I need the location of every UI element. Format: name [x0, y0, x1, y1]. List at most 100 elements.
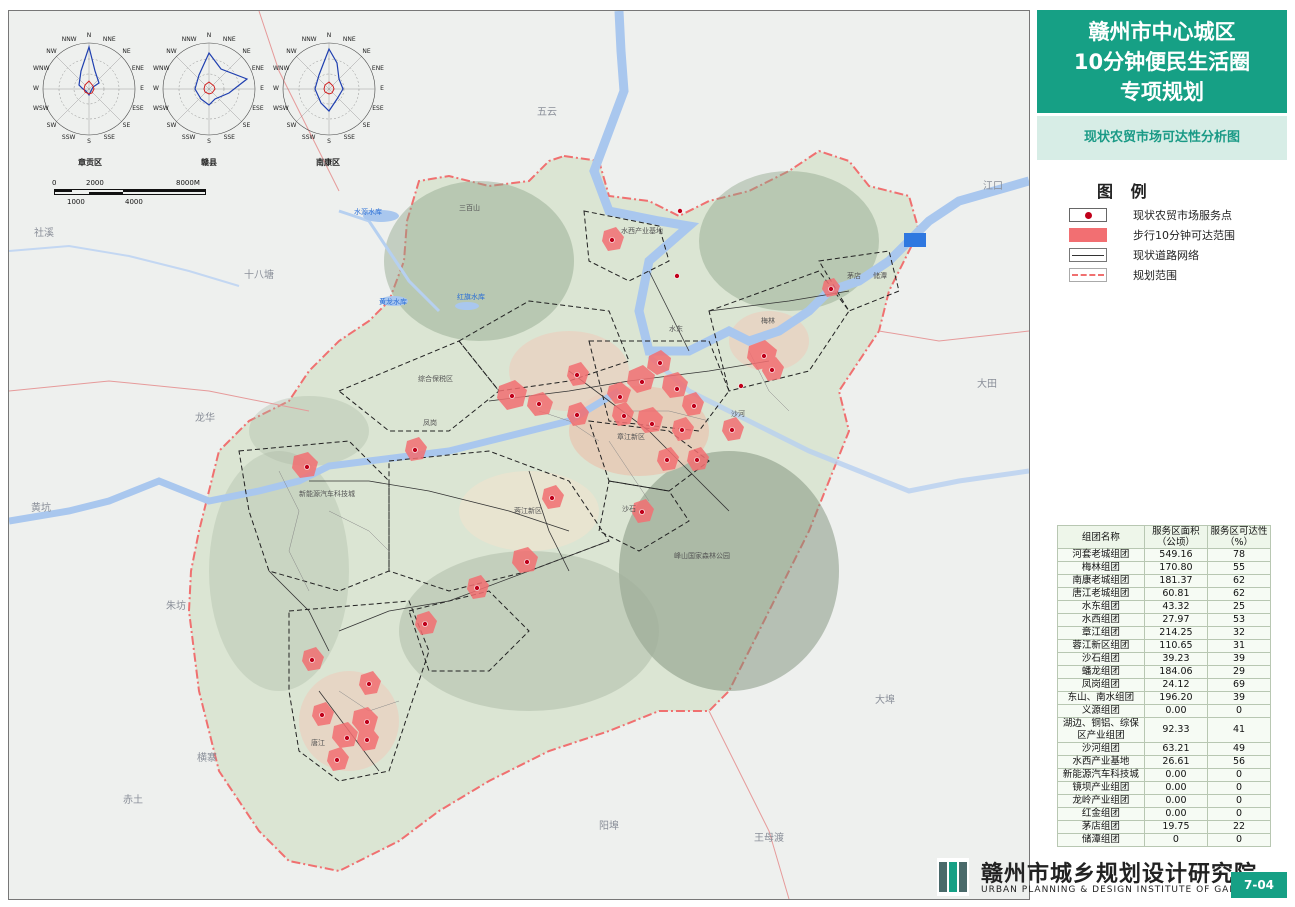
table-cell: 181.37: [1143, 574, 1209, 588]
wind-rose-3: [282, 42, 376, 136]
compass-label: S: [327, 138, 331, 145]
compass-label: WSW: [153, 105, 169, 113]
place-label: 梅林: [761, 317, 775, 325]
institute-name-en: URBAN PLANNING & DESIGN INSTITUTE OF GAN…: [981, 885, 1268, 895]
compass-label: E: [140, 85, 144, 92]
table-row: 水西产业基地 26.61 56: [1057, 755, 1271, 769]
table-cell: 25: [1207, 600, 1271, 614]
table-cell: 章江组团: [1057, 626, 1145, 640]
place-label: 水西产业基地: [621, 227, 663, 235]
table-header: 服务区可达性（%）: [1207, 525, 1271, 549]
table-cell: 110.65: [1143, 639, 1209, 653]
table-row: 唐江老城组团 60.81 62: [1057, 587, 1271, 601]
scale-bar-segment: [55, 190, 72, 192]
wind-rose-2: [162, 42, 256, 136]
wind-rose-label: 赣县: [201, 158, 217, 167]
place-label: 蓉江新区: [514, 507, 542, 515]
compass-label: E: [380, 85, 384, 92]
table-cell: 41: [1207, 717, 1271, 743]
table-cell: 39.23: [1143, 652, 1209, 666]
compass-label: NNE: [222, 36, 236, 44]
scale-label: 8000M: [176, 179, 200, 187]
table-row: 镜坝产业组团 0.00 0: [1057, 781, 1271, 795]
table-cell: 24.12: [1143, 678, 1209, 692]
road-line-icon: [1069, 248, 1107, 262]
table-header: 服务区面积（公顷）: [1143, 525, 1209, 549]
wind-rose-diagrams: [42, 42, 376, 136]
table-row: 凤岗组团 24.12 69: [1057, 678, 1271, 692]
table-cell: 0.00: [1143, 807, 1209, 821]
table-cell: 蟠龙组团: [1057, 665, 1145, 679]
table-row: 沙河组团 63.21 49: [1057, 742, 1271, 756]
table-cell: 水西产业基地: [1057, 755, 1145, 769]
title-line-3: 专项规划: [1120, 80, 1204, 104]
legend-title: 图 例: [1097, 182, 1153, 201]
table-cell: 南康老城组团: [1057, 574, 1145, 588]
legend-label: 现状道路网络: [1133, 249, 1199, 262]
compass-label: N: [326, 32, 332, 39]
legend-label: 现状农贸市场服务点: [1133, 209, 1232, 222]
compass-label: N: [206, 32, 212, 39]
table-cell: 170.80: [1143, 561, 1209, 575]
place-label: 茅店: [847, 272, 861, 280]
map-panel[interactable]: 社溪 十八塘 龙华 黄坑 朱坊 横寨 赤土 阳埠 王母渡 大埠 大田 江口 五云…: [8, 10, 1030, 900]
dashed-boundary-icon: [1069, 268, 1107, 282]
place-label: 社溪: [34, 228, 54, 239]
wind-rose-label: 章贡区: [78, 158, 102, 167]
table-cell: 63.21: [1143, 742, 1209, 756]
table-cell: 92.33: [1143, 717, 1209, 743]
compass-label: NE: [362, 47, 371, 55]
place-label: 储潭: [873, 272, 887, 280]
table-cell: 储潭组团: [1057, 833, 1145, 847]
table-cell: 43.32: [1143, 600, 1209, 614]
title-line-1: 赣州市中心城区: [1088, 20, 1236, 44]
table-cell: 0: [1143, 833, 1209, 847]
compass-label: SSE: [103, 133, 115, 141]
compass-label: W: [33, 85, 39, 92]
place-label: 唐江: [311, 739, 325, 747]
table-row: 红金组团 0.00 0: [1057, 807, 1271, 821]
compass-label: WNW: [273, 64, 290, 72]
table-body: 河套老城组团 549.16 78 梅林组团 170.80 55 南康老城组团 181.37 62…: [1057, 548, 1271, 847]
place-label: 五云: [537, 107, 557, 118]
map-number: 7-04: [1231, 872, 1287, 898]
table-cell: 32: [1207, 626, 1271, 640]
table-cell: 0.00: [1143, 768, 1209, 782]
table-row: 义源组团 0.00 0: [1057, 704, 1271, 718]
institute-name-cn: 赣州市城乡规划设计研究院: [981, 862, 1258, 887]
place-label: 江口: [983, 181, 1003, 192]
table-cell: 56: [1207, 755, 1271, 769]
place-label: 黄坑: [31, 503, 51, 514]
table-cell: 0: [1207, 794, 1271, 808]
compass-label: SW: [286, 122, 297, 130]
table-cell: 新能源汽车科技城: [1057, 768, 1145, 782]
table-cell: 水西组团: [1057, 613, 1145, 627]
table-cell: 69: [1207, 678, 1271, 692]
table-row: 沙石组团 39.23 39: [1057, 652, 1271, 666]
scale-label: 1000: [67, 198, 85, 206]
table-cell: 蓉江新区组团: [1057, 639, 1145, 653]
compass-label: W: [153, 85, 159, 92]
place-label: 沙河: [731, 410, 745, 418]
legend-label: 规划范围: [1133, 269, 1177, 282]
table-cell: 0: [1207, 807, 1271, 821]
table-cell: 凤岗组团: [1057, 678, 1145, 692]
place-label: 阳埠: [599, 821, 619, 832]
compass-label: SW: [46, 122, 57, 130]
table-cell: 78: [1207, 548, 1271, 562]
place-label: 综合保税区: [418, 375, 453, 383]
compass-label: SE: [122, 122, 131, 130]
table-cell: 53: [1207, 613, 1271, 627]
table-cell: 沙石组团: [1057, 652, 1145, 666]
compass-label: SW: [166, 122, 177, 130]
place-label: 龙华: [195, 413, 215, 424]
compass-label: SE: [362, 122, 371, 130]
table-cell: 549.16: [1143, 548, 1209, 562]
table-cell: 0.00: [1143, 781, 1209, 795]
compass-label: E: [260, 85, 264, 92]
compass-label: W: [273, 85, 279, 92]
table-cell: 22: [1207, 820, 1271, 834]
place-label: 水源水库: [354, 208, 382, 216]
market-dot-icon: [1069, 208, 1107, 222]
table-cell: 29: [1207, 665, 1271, 679]
